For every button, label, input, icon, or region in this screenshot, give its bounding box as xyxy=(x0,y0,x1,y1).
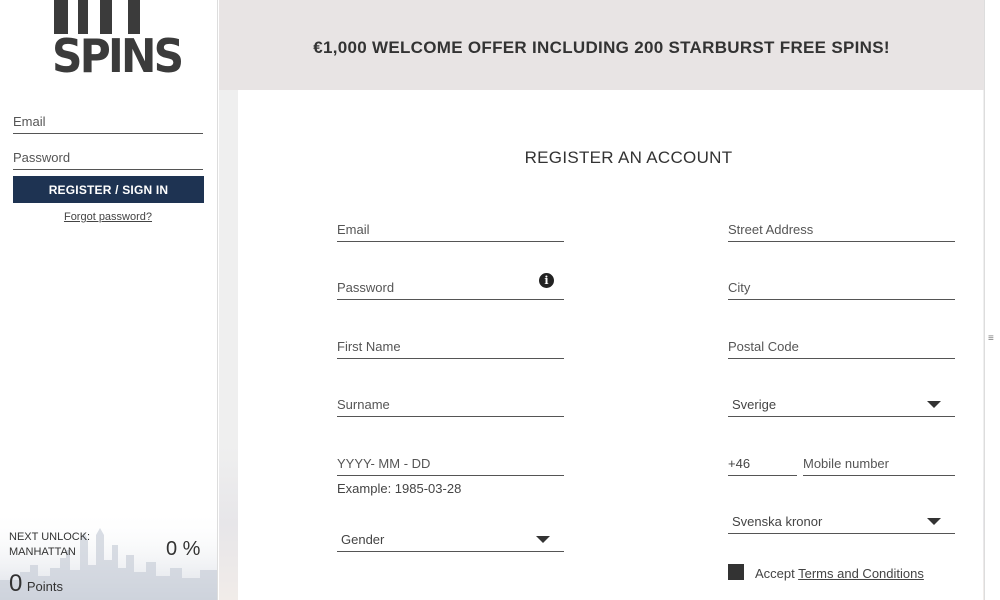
scrollbar-grip-icon[interactable]: ≡ xyxy=(988,333,994,344)
brand-logo[interactable]: SPINS xyxy=(52,0,184,84)
phone-prefix-field[interactable] xyxy=(728,452,797,476)
points-display: 0 Points xyxy=(9,570,63,598)
logo-text: SPINS xyxy=(52,29,184,83)
caret-down-icon xyxy=(927,401,941,408)
country-select-value: Sverige xyxy=(732,397,777,412)
next-unlock-label: NEXT UNLOCK: MANHATTAN xyxy=(9,530,90,560)
date-of-birth-field[interactable] xyxy=(337,452,564,476)
caret-down-icon xyxy=(536,536,550,543)
accept-terms-label: Accept Terms and Conditions xyxy=(755,566,924,581)
currency-select-value: Svenska kronor xyxy=(732,514,823,529)
email-field[interactable] xyxy=(337,218,564,242)
form-title: REGISTER AN ACCOUNT xyxy=(524,148,733,167)
mobile-number-field[interactable] xyxy=(803,452,955,476)
accept-prefix: Accept xyxy=(755,566,799,581)
gender-select[interactable]: Gender xyxy=(337,526,564,552)
password-field[interactable] xyxy=(337,276,564,300)
sidebar: SPINS REGISTER / SIGN IN Forgot password… xyxy=(0,0,218,600)
gender-select-value: Gender xyxy=(341,532,385,547)
street-address-field[interactable] xyxy=(728,218,955,242)
sidebar-email-input[interactable] xyxy=(13,110,203,134)
promo-banner: €1,000 WELCOME OFFER INCLUDING 200 STARB… xyxy=(219,0,984,90)
info-icon[interactable]: i xyxy=(539,273,554,288)
currency-select[interactable]: Svenska kronor xyxy=(728,508,955,534)
postal-code-field[interactable] xyxy=(728,335,955,359)
unlock-line-1: NEXT UNLOCK: xyxy=(9,531,91,543)
promo-banner-text: €1,000 WELCOME OFFER INCLUDING 200 STARB… xyxy=(313,38,890,57)
points-value: 0 xyxy=(9,570,23,597)
accept-terms-checkbox[interactable] xyxy=(728,564,744,580)
country-select[interactable]: Sverige xyxy=(728,391,955,417)
points-label: Points xyxy=(26,579,63,594)
caret-down-icon xyxy=(927,518,941,525)
sidebar-password-input[interactable] xyxy=(13,146,203,170)
scrollbar[interactable] xyxy=(984,0,1000,600)
register-signin-button[interactable]: REGISTER / SIGN IN xyxy=(13,176,204,203)
unlock-line-2: MANHATTAN xyxy=(9,546,76,558)
dob-example-hint: Example: 1985-03-28 xyxy=(337,481,462,496)
forgot-password-link[interactable]: Forgot password? xyxy=(0,211,216,223)
first-name-field[interactable] xyxy=(337,335,564,359)
terms-and-conditions-link[interactable]: Terms and Conditions xyxy=(798,566,924,581)
city-field[interactable] xyxy=(728,276,955,300)
unlock-percent: 0 % xyxy=(166,538,201,560)
surname-field[interactable] xyxy=(337,393,564,417)
